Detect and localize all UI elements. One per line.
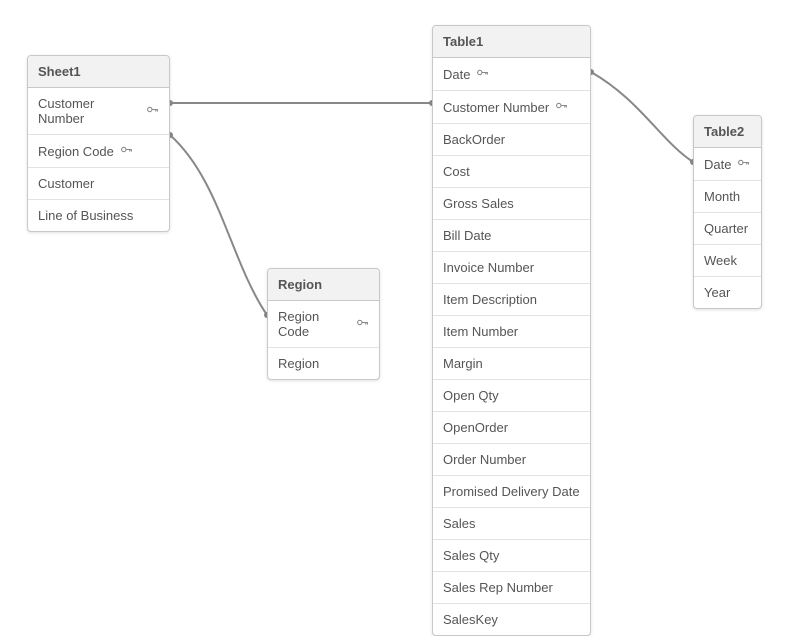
field-label: Item Description <box>443 292 537 307</box>
table-header[interactable]: Table2 <box>694 116 761 148</box>
field-row[interactable]: Item Number <box>433 316 590 348</box>
field-label: Customer Number <box>443 100 549 115</box>
field-row[interactable]: Line of Business <box>28 200 169 231</box>
field-label: Customer Number <box>38 96 140 126</box>
field-label: Cost <box>443 164 470 179</box>
field-label: Bill Date <box>443 228 491 243</box>
field-label: Order Number <box>443 452 526 467</box>
key-icon <box>146 103 159 119</box>
table-title: Region <box>278 277 322 292</box>
field-row[interactable]: Customer Number <box>433 91 590 124</box>
table-title: Table1 <box>443 34 483 49</box>
field-label: Margin <box>443 356 483 371</box>
field-row[interactable]: Date <box>433 58 590 91</box>
table-header[interactable]: Sheet1 <box>28 56 169 88</box>
table-title: Table2 <box>704 124 744 139</box>
diagram-canvas: Sheet1 Customer Number Region Code Customer… <box>0 0 799 628</box>
field-label: Invoice Number <box>443 260 534 275</box>
field-label: Sales Rep Number <box>443 580 553 595</box>
table-header[interactable]: Table1 <box>433 26 590 58</box>
field-row[interactable]: Sales Qty <box>433 540 590 572</box>
field-row[interactable]: Sales <box>433 508 590 540</box>
field-row[interactable]: Month <box>694 181 761 213</box>
field-row[interactable]: Date <box>694 148 761 181</box>
field-row[interactable]: Margin <box>433 348 590 380</box>
field-label: Promised Delivery Date <box>443 484 580 499</box>
field-row[interactable]: OpenOrder <box>433 412 590 444</box>
field-row[interactable]: BackOrder <box>433 124 590 156</box>
field-row[interactable]: Region Code <box>268 301 379 348</box>
field-row[interactable]: Customer Number <box>28 88 169 135</box>
table-table2[interactable]: Table2 Date Month Quarter Week Year <box>693 115 762 309</box>
field-label: Sales Qty <box>443 548 499 563</box>
field-label: Open Qty <box>443 388 499 403</box>
field-label: Gross Sales <box>443 196 514 211</box>
table-title: Sheet1 <box>38 64 81 79</box>
field-label: Quarter <box>704 221 748 236</box>
field-label: Date <box>443 67 470 82</box>
key-icon <box>356 316 369 332</box>
field-row[interactable]: SalesKey <box>433 604 590 635</box>
key-icon <box>737 156 750 172</box>
key-icon <box>120 143 133 159</box>
field-row[interactable]: Order Number <box>433 444 590 476</box>
field-row[interactable]: Bill Date <box>433 220 590 252</box>
field-row[interactable]: Year <box>694 277 761 308</box>
field-label: BackOrder <box>443 132 505 147</box>
table-table1[interactable]: Table1 Date Customer Number BackOrder Cost Gr… <box>432 25 591 636</box>
field-row[interactable]: Gross Sales <box>433 188 590 220</box>
field-label: Line of Business <box>38 208 133 223</box>
field-row[interactable]: Promised Delivery Date <box>433 476 590 508</box>
field-row[interactable]: Customer <box>28 168 169 200</box>
field-row[interactable]: Region Code <box>28 135 169 168</box>
field-label: Year <box>704 285 730 300</box>
field-label: Customer <box>38 176 94 191</box>
field-row[interactable]: Cost <box>433 156 590 188</box>
field-row[interactable]: Quarter <box>694 213 761 245</box>
field-row[interactable]: Sales Rep Number <box>433 572 590 604</box>
field-label: Date <box>704 157 731 172</box>
field-label: OpenOrder <box>443 420 508 435</box>
field-label: Region <box>278 356 319 371</box>
field-row[interactable]: Region <box>268 348 379 379</box>
field-row[interactable]: Week <box>694 245 761 277</box>
key-icon <box>555 99 568 115</box>
field-label: Week <box>704 253 737 268</box>
field-label: Sales <box>443 516 476 531</box>
table-sheet1[interactable]: Sheet1 Customer Number Region Code Customer… <box>27 55 170 232</box>
field-label: Region Code <box>38 144 114 159</box>
table-region[interactable]: Region Region Code Region <box>267 268 380 380</box>
field-label: Month <box>704 189 740 204</box>
key-icon <box>476 66 489 82</box>
field-row[interactable]: Item Description <box>433 284 590 316</box>
field-label: Region Code <box>278 309 350 339</box>
table-header[interactable]: Region <box>268 269 379 301</box>
field-label: SalesKey <box>443 612 498 627</box>
field-label: Item Number <box>443 324 518 339</box>
field-row[interactable]: Open Qty <box>433 380 590 412</box>
field-row[interactable]: Invoice Number <box>433 252 590 284</box>
